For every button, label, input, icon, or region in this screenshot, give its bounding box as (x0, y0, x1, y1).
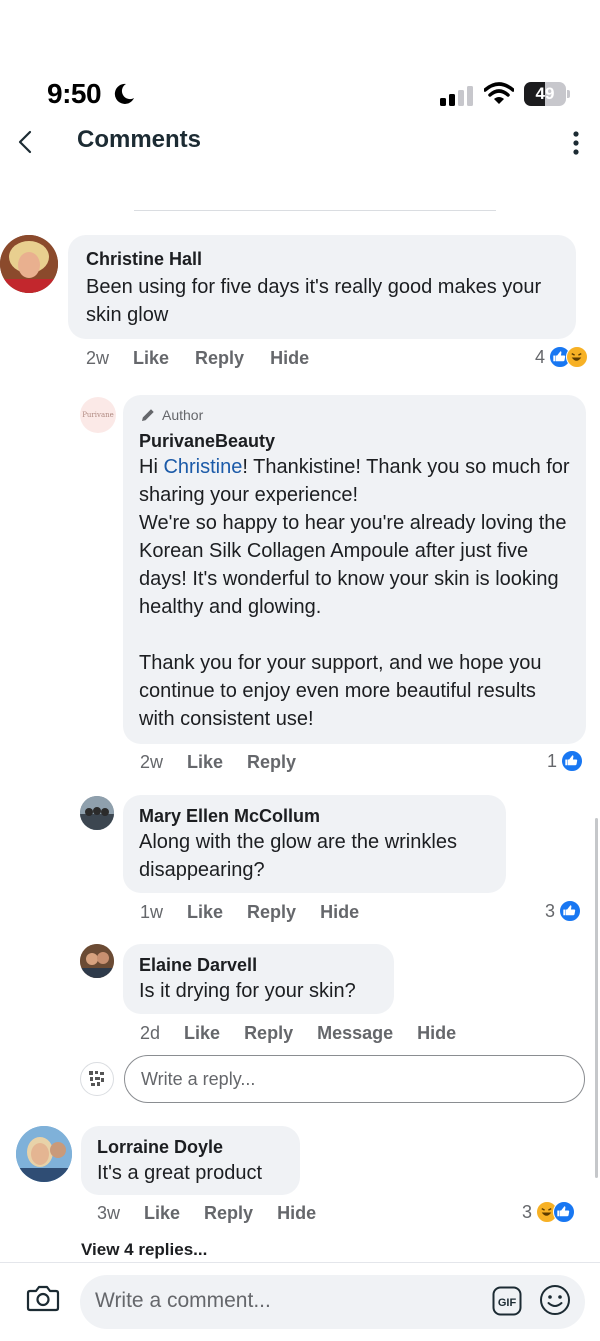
comment-time[interactable]: 2w (86, 348, 109, 369)
view-replies-link[interactable]: View 4 replies... (81, 1240, 207, 1260)
avatar[interactable] (80, 944, 114, 978)
comment-bubble[interactable]: Lorraine Doyle It's a great product (81, 1126, 300, 1195)
page-title: Comments (77, 126, 202, 153)
brand-avatar-text: Purivane (82, 411, 114, 419)
reply-button[interactable]: Reply (247, 902, 296, 923)
battery-text: 49 (535, 84, 555, 103)
gif-icon[interactable]: GIF (492, 1286, 522, 1316)
hide-button[interactable]: Hide (320, 902, 359, 923)
like-button[interactable]: Like (144, 1203, 180, 1224)
comment-bubble[interactable]: Christine Hall Been using for five days … (68, 235, 576, 339)
commenter-name[interactable]: Mary Ellen McCollum (139, 804, 490, 828)
reaction-count: 4 (535, 346, 546, 367)
comment-time[interactable]: 2w (140, 752, 163, 773)
reaction-summary[interactable]: 1 (547, 750, 584, 772)
reaction-summary[interactable]: 3 (522, 1201, 576, 1223)
reaction-count: 3 (522, 1201, 533, 1222)
svg-text:GIF: GIF (498, 1297, 517, 1309)
haha-icon (566, 346, 589, 368)
comment-text: Along with the glow are the wrinkles dis… (139, 831, 457, 881)
comment-time[interactable]: 1w (140, 902, 163, 923)
like-icon (561, 750, 584, 772)
like-button[interactable]: Like (184, 1023, 220, 1044)
comment-time[interactable]: 2d (140, 1023, 160, 1044)
moon-icon (114, 83, 134, 104)
battery-indicator: 49 (524, 82, 570, 106)
comment-time[interactable]: 3w (97, 1203, 120, 1224)
like-button[interactable]: Like (187, 902, 223, 923)
status-bar: 9:50 49 (0, 0, 600, 120)
reaction-count: 1 (547, 750, 558, 771)
commenter-name[interactable]: Lorraine Doyle (97, 1135, 284, 1159)
like-icon (553, 1201, 576, 1223)
like-button[interactable]: Like (133, 348, 169, 369)
comment-actions: 2w Like Reply (140, 752, 296, 773)
header: Comments (0, 120, 600, 164)
pencil-icon (142, 409, 154, 421)
reply-button[interactable]: Reply (244, 1023, 293, 1044)
mention-link[interactable]: Christine (163, 456, 242, 478)
own-avatar (80, 1062, 114, 1096)
comment-composer: Write a comment... GIF (0, 1262, 600, 1341)
reaction-summary[interactable]: 3 (545, 900, 582, 922)
status-time: 9:50 (47, 78, 102, 109)
hide-button[interactable]: Hide (277, 1203, 316, 1224)
avatar[interactable] (16, 1126, 72, 1182)
emoji-icon[interactable] (539, 1284, 571, 1316)
commenter-name[interactable]: PurivaneBeauty (139, 429, 570, 453)
reply-input[interactable]: Write a reply... (124, 1055, 585, 1103)
hide-button[interactable]: Hide (270, 348, 309, 369)
more-options-icon[interactable] (566, 128, 586, 158)
comment-text: Been using for five days it's really goo… (86, 276, 542, 326)
reply-button[interactable]: Reply (247, 752, 296, 773)
commenter-name[interactable]: Christine Hall (86, 247, 558, 271)
scrollbar[interactable] (595, 818, 598, 1178)
commenter-name[interactable]: Elaine Darvell (139, 953, 378, 977)
camera-icon[interactable] (26, 1283, 60, 1313)
avatar[interactable] (80, 796, 114, 830)
back-button[interactable] (14, 128, 38, 156)
comment-text: It's a great product (97, 1162, 263, 1184)
comment-text: Hi Christine! Thankistine! Thank you so … (139, 456, 570, 730)
reaction-summary[interactable]: 4 (535, 346, 589, 368)
divider (134, 210, 496, 211)
author-badge: Author (139, 405, 570, 425)
comment-bubble[interactable]: Author PurivaneBeauty Hi Christine! Than… (123, 395, 586, 744)
message-button[interactable]: Message (317, 1023, 393, 1044)
comment-actions: 3w Like Reply Hide (97, 1203, 316, 1224)
wifi-icon (484, 82, 514, 104)
hide-button[interactable]: Hide (417, 1023, 456, 1044)
comment-text: Is it drying for your skin? (139, 980, 356, 1002)
reply-button[interactable]: Reply (204, 1203, 253, 1224)
comment-bubble[interactable]: Mary Ellen McCollum Along with the glow … (123, 795, 506, 893)
comment-bubble[interactable]: Elaine Darvell Is it drying for your ski… (123, 944, 394, 1014)
comment-actions: 2w Like Reply Hide (86, 348, 309, 369)
comment-actions: 1w Like Reply Hide (140, 902, 359, 923)
comment-actions: 2d Like Reply Message Hide (140, 1023, 456, 1044)
like-icon (559, 900, 582, 922)
signal-icon (440, 86, 473, 106)
reply-button[interactable]: Reply (195, 348, 244, 369)
avatar[interactable] (0, 235, 58, 293)
brand-avatar[interactable]: Purivane (80, 397, 116, 433)
like-button[interactable]: Like (187, 752, 223, 773)
reaction-count: 3 (545, 900, 556, 921)
